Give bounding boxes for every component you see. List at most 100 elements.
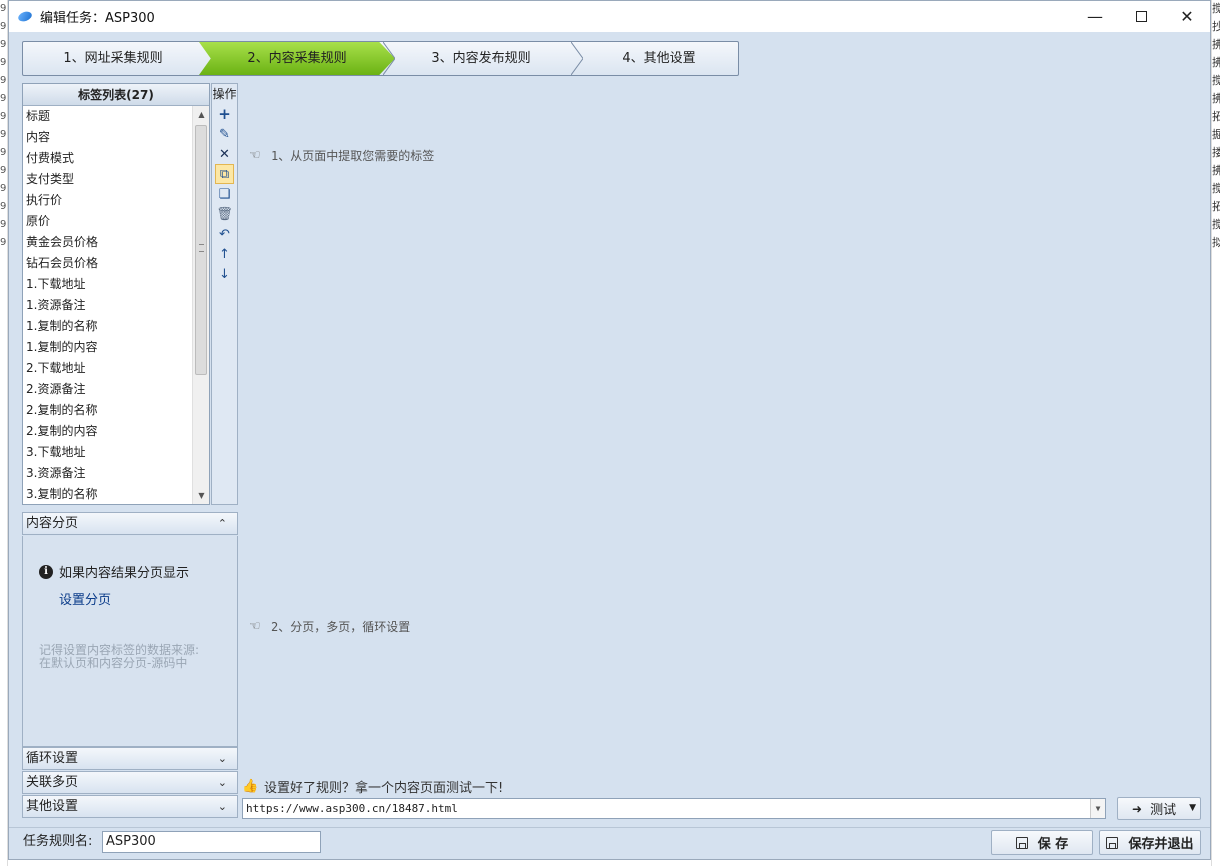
maximize-button[interactable] [1118, 1, 1164, 32]
save-icon [1015, 836, 1028, 849]
bg-right-char: 搅 [1212, 180, 1220, 198]
paste-icon[interactable]: ❏ [212, 184, 237, 204]
edit-task-window: 编辑任务：ASP300 — ✕ 1、网址采集规则 2、内容采集规则 3、内容发布… [8, 0, 1211, 860]
tag-list-item[interactable]: 执行价 [23, 190, 193, 211]
tag-list-item[interactable]: 1.下载地址 [23, 274, 193, 295]
tag-list-item[interactable]: 2.资源备注 [23, 379, 193, 400]
tag-list-item[interactable]: 3.下载地址 [23, 442, 193, 463]
loop-settings-header[interactable]: 循环设置 ⌄ [22, 747, 238, 770]
pagination-section-header[interactable]: 内容分页 ⌃ [22, 512, 238, 535]
test-button-label: 测试 [1150, 803, 1177, 818]
pagination-hint-line2: 在默认页和内容分页-源码中 [39, 656, 188, 670]
tag-list-item[interactable]: 黄金会员价格 [23, 232, 193, 253]
tag-list-panel: 标签列表(27) 标题 内容 付费模式 支付类型 执行价 原价 黄金会员价格 钻… [22, 83, 210, 505]
bg-right-char: 拂 [1212, 54, 1220, 72]
tag-list[interactable]: 标题 内容 付费模式 支付类型 执行价 原价 黄金会员价格 钻石会员价格 1.下… [23, 106, 193, 504]
tab-url-rules[interactable]: 1、网址采集规则 [23, 42, 203, 75]
pagination-info: i 如果内容结果分页显示 [39, 562, 189, 581]
tag-list-item[interactable]: 2.复制的名称 [23, 400, 193, 421]
tag-list-item[interactable]: 2.复制的内容 [23, 421, 193, 442]
bg-right-char: 拂 [1212, 162, 1220, 180]
set-pagination-link[interactable]: 设置分页 [59, 589, 111, 608]
login-arrow-icon: ➜ [1132, 801, 1143, 816]
bg-right-char: 拂 [1212, 90, 1220, 108]
scrollbar-thumb[interactable] [195, 125, 207, 375]
bg-right-char: 拂 [1212, 36, 1220, 54]
scroll-down-icon[interactable]: ▼ [193, 487, 210, 504]
bg-right-char: 拓 [1212, 108, 1220, 126]
tag-list-item[interactable]: 3.资源备注 [23, 463, 193, 484]
tag-list-item[interactable]: 标题 [23, 106, 193, 127]
close-button[interactable]: ✕ [1164, 1, 1210, 32]
pagination-hint: 记得设置内容标签的数据来源: 在默认页和内容分页-源码中 [39, 644, 199, 670]
operations-toolbar: 操作 + ✎ ✕ ⧉ ❏ 🗑 ↶ ↑ ↓ [211, 83, 238, 505]
linked-pages-header[interactable]: 关联多页 ⌄ [22, 771, 238, 794]
bg-right-char: 搂 [1212, 144, 1220, 162]
chevron-up-icon: ⌃ [217, 517, 227, 530]
tag-list-item[interactable]: 1.复制的名称 [23, 316, 193, 337]
bg-right-char: 搅 [1212, 72, 1220, 90]
tag-list-item[interactable]: 钻石会员价格 [23, 253, 193, 274]
url-dropdown-icon[interactable]: ▼ [1090, 799, 1105, 818]
chevron-down-icon: ⌄ [217, 776, 227, 789]
background-app-right-edge: 搅 抄 拂 拂 搅 拂 拓 掘 搂 拂 搅 拓 搅 拟 [1211, 0, 1220, 866]
tag-list-scrollbar[interactable]: ▲ ▼ [192, 106, 209, 504]
trash-icon[interactable]: 🗑 [212, 204, 237, 224]
pagination-section-body: i 如果内容结果分页显示 设置分页 记得设置内容标签的数据来源: 在默认页和内容… [22, 536, 238, 747]
tag-list-item[interactable]: 3.复制的名称 [23, 484, 193, 504]
extract-tags-guide: ☜ 1、从页面中提取您需要的标签 [249, 147, 434, 164]
pagination-info-text: 如果内容结果分页显示 [59, 566, 190, 581]
tag-list-item[interactable]: 1.资源备注 [23, 295, 193, 316]
save-button[interactable]: 保 存 [991, 830, 1093, 855]
other-settings-header[interactable]: 其他设置 ⌄ [22, 795, 238, 818]
edit-icon[interactable]: ✎ [212, 124, 237, 144]
tab-content-rules[interactable]: 2、内容采集规则 [199, 42, 395, 75]
chevron-down-icon[interactable]: ▼ [1189, 803, 1196, 813]
info-icon: i [39, 564, 53, 579]
pointing-hand-icon: ☜ [249, 618, 261, 634]
thumbs-up-icon: 👍 [242, 778, 259, 794]
title-bar[interactable]: 编辑任务：ASP300 — ✕ [9, 1, 1210, 32]
move-up-icon[interactable]: ↑ [212, 244, 237, 264]
copy-icon[interactable]: ⧉ [215, 164, 234, 184]
linked-pages-label: 关联多页 [26, 775, 79, 790]
test-button[interactable]: ➜ 测试 ▼ [1117, 797, 1201, 820]
delete-icon[interactable]: ✕ [212, 144, 237, 164]
step-tabs: 1、网址采集规则 2、内容采集规则 3、内容发布规则 4、其他设置 [22, 41, 739, 76]
add-icon[interactable]: + [212, 104, 237, 124]
test-url-input[interactable]: https://www.asp300.cn/18487.html ▼ [242, 798, 1106, 819]
undo-icon[interactable]: ↶ [212, 224, 237, 244]
bg-right-char: 拓 [1212, 198, 1220, 216]
task-name-input[interactable]: ASP300 [102, 831, 321, 853]
scroll-up-icon[interactable]: ▲ [193, 106, 210, 123]
loop-settings-label: 循环设置 [26, 751, 79, 766]
paging-guide: ☜ 2、分页，多页，循环设置 [249, 618, 410, 635]
bg-right-char: 抄 [1212, 18, 1220, 36]
bg-right-char: 搅 [1212, 0, 1220, 18]
bg-right-char: 掘 [1212, 126, 1220, 144]
pagination-header-label: 内容分页 [26, 516, 79, 531]
bg-right-char: 搅 [1212, 216, 1220, 234]
tag-list-item[interactable]: 付费模式 [23, 148, 193, 169]
bg-right-char: 拟 [1212, 234, 1220, 252]
tag-list-item[interactable]: 2.下载地址 [23, 358, 193, 379]
save-and-exit-button[interactable]: 保存并退出 [1099, 830, 1201, 855]
tag-list-item[interactable]: 原价 [23, 211, 193, 232]
test-label-text: 设置好了规则？拿一个内容页面测试一下! [264, 781, 504, 796]
background-app-left-edge: 99999999999999 [0, 0, 8, 866]
tag-list-header: 标签列表(27) [23, 84, 209, 106]
tab-publish-rules[interactable]: 3、内容发布规则 [391, 42, 571, 75]
window-title: 编辑任务：ASP300 [40, 11, 155, 26]
app-logo-icon [16, 9, 34, 24]
tag-list-item[interactable]: 支付类型 [23, 169, 193, 190]
minimize-button[interactable]: — [1072, 1, 1118, 32]
tag-list-item[interactable]: 1.复制的内容 [23, 337, 193, 358]
operations-title: 操作 [212, 87, 237, 101]
tab-other-settings[interactable]: 4、其他设置 [579, 42, 739, 75]
bottom-divider [9, 827, 1210, 828]
maximize-icon [1135, 11, 1147, 22]
pointing-hand-icon: ☜ [249, 147, 261, 163]
move-down-icon[interactable]: ↓ [212, 264, 237, 284]
tag-list-item[interactable]: 内容 [23, 127, 193, 148]
chevron-down-icon: ⌄ [217, 752, 227, 765]
